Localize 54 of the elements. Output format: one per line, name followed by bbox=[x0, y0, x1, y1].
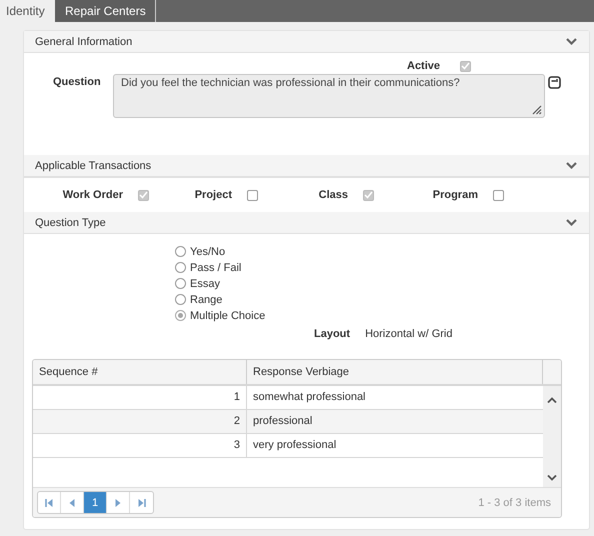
section-title: General Information bbox=[35, 36, 132, 48]
field-label: Class bbox=[318, 189, 348, 201]
radio-label: Yes/No bbox=[190, 246, 226, 258]
previous-page-icon[interactable] bbox=[69, 498, 75, 506]
radio-button[interactable] bbox=[175, 262, 186, 273]
table-cell: 1 bbox=[33, 386, 247, 409]
checkbox[interactable] bbox=[493, 190, 504, 200]
chevron-down-icon[interactable] bbox=[566, 162, 577, 169]
field-label: Project bbox=[194, 189, 232, 201]
radio-button[interactable] bbox=[175, 246, 186, 257]
radio-label: Pass / Fail bbox=[190, 262, 242, 274]
page-button[interactable]: 1 bbox=[84, 492, 107, 513]
radio-label: Multiple Choice bbox=[190, 310, 266, 322]
table-cell-text: somewhat professional bbox=[252, 390, 367, 405]
checkbox[interactable] bbox=[363, 190, 374, 200]
table-cell: 2 bbox=[33, 410, 247, 433]
checkbox[interactable] bbox=[460, 60, 472, 72]
radio-label: Essay bbox=[190, 278, 220, 290]
radio-button[interactable] bbox=[175, 310, 186, 321]
chevron-down-icon[interactable] bbox=[566, 219, 577, 226]
column-header[interactable]: Sequence # bbox=[33, 360, 247, 384]
table-cell-text: professional bbox=[252, 414, 314, 429]
last-page-icon[interactable] bbox=[138, 498, 146, 506]
section-title: Question Type bbox=[35, 216, 106, 228]
next-page-icon[interactable] bbox=[115, 498, 121, 506]
field-label: Layout bbox=[314, 328, 350, 340]
column-header[interactable]: Response Verbiage bbox=[247, 360, 543, 384]
radio-label: Range bbox=[190, 294, 222, 306]
pager-summary: 1 - 3 of 3 items bbox=[478, 496, 551, 508]
field-label: Active bbox=[407, 60, 440, 72]
checkbox[interactable] bbox=[138, 190, 149, 200]
question-field[interactable]: Did you feel the technician was professional in their communications? bbox=[113, 74, 545, 118]
radio-button[interactable] bbox=[175, 294, 186, 305]
field-label: Work Order bbox=[62, 189, 123, 201]
section-title: Applicable Transactions bbox=[35, 160, 152, 172]
tab[interactable]: Repair Centers bbox=[55, 0, 156, 22]
resize-grip-icon[interactable] bbox=[532, 105, 542, 115]
section-header[interactable]: Applicable Transactions bbox=[24, 155, 589, 177]
tab[interactable]: Identity bbox=[0, 0, 55, 22]
chevron-up-icon[interactable] bbox=[547, 397, 557, 403]
chevron-down-icon[interactable] bbox=[566, 38, 577, 45]
scrollbar[interactable] bbox=[543, 386, 561, 487]
field-value: Horizontal w/ Grid bbox=[365, 328, 452, 340]
first-page-icon[interactable] bbox=[45, 498, 53, 506]
chevron-down-icon[interactable] bbox=[547, 475, 557, 481]
section-header[interactable]: Question Type bbox=[24, 212, 589, 234]
table-cell: 3 bbox=[33, 434, 247, 457]
checkbox[interactable] bbox=[247, 190, 258, 200]
radio-button[interactable] bbox=[175, 278, 186, 289]
field-label: Question bbox=[53, 75, 102, 88]
expand-editor-icon[interactable] bbox=[548, 76, 561, 89]
section-header[interactable]: General Information bbox=[24, 31, 589, 53]
field-label: Program bbox=[432, 189, 478, 201]
table-cell-text: very professional bbox=[252, 438, 338, 453]
